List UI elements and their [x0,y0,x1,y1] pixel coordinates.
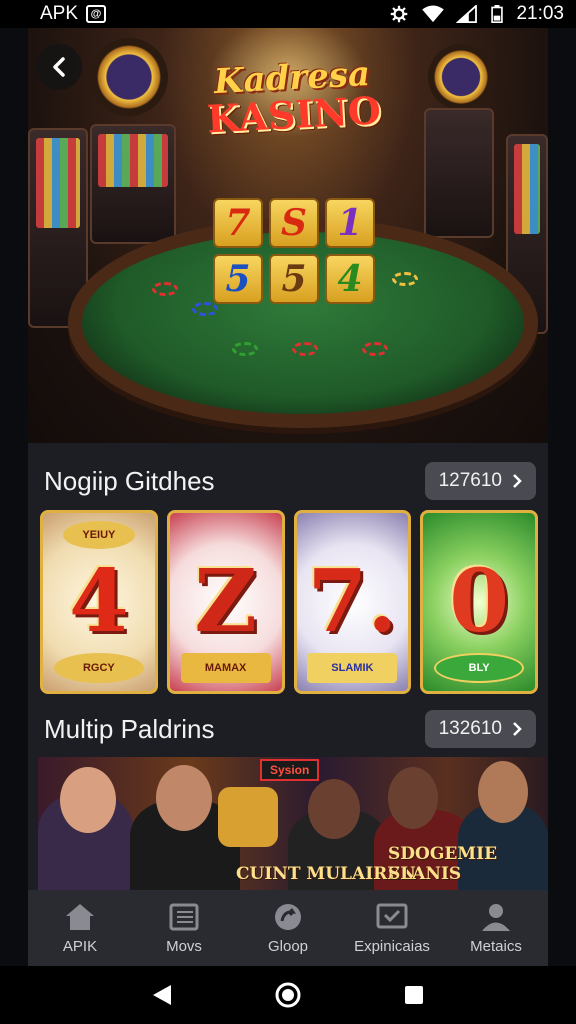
slot-number: Z [194,551,258,652]
bottom-nav: APIK Movs Gloop Expinicaias Metaics [28,890,548,966]
person-face [156,765,212,831]
triangle-back-icon [153,985,171,1005]
app-screen: 7 S 1 5 5 4 Kadresa KASINO Nogiip Gitdhe… [28,0,548,966]
nav-label: Expinicaias [354,937,430,955]
cell-signal-icon [456,5,478,23]
slot-game-card[interactable]: 7. SLAMIK [293,510,412,694]
chevron-left-icon [53,57,65,77]
section-title: Nogiip Gitdhes [44,465,215,496]
slot-bottom-badge: SLAMIK [307,653,398,683]
chip-stack [292,342,318,356]
settings-gear-icon [391,5,408,23]
slot-bottom-badge: BLY [434,653,525,683]
slot-game-card[interactable]: Z MAMAX [166,510,285,694]
banner-tag: Sysion [260,759,320,781]
square-recents-icon [405,986,423,1004]
slot-games-row: YEIUY 4 RGCY Z MAMAX 7. SLAMIK 0 BLY [40,510,538,694]
slot-machine-center-left [90,124,176,244]
status-right: 21:03 [388,3,564,25]
casino-logo: Kadresa KASINO [201,53,385,142]
chip-stack [392,272,418,286]
person-face [308,779,360,839]
see-more-pill[interactable]: 127610 [424,462,536,500]
battery-icon [491,5,504,23]
system-recents-button[interactable] [399,980,429,1010]
home-icon [66,903,94,930]
saxophone-icon [218,787,278,847]
status-bar: APK @ 21:03 [0,0,576,28]
slot-number: 4 [68,551,129,652]
pill-label: 132610 [438,718,502,739]
back-button[interactable] [36,44,82,90]
slot-top-badge: YEIUY [62,521,135,549]
person-face [478,761,528,823]
slot-bottom-badge: MAMAX [180,653,271,683]
nav-label: Movs [166,937,202,955]
slot-game-card[interactable]: YEIUY 4 RGCY [40,510,158,694]
system-nav-bar [0,966,576,1024]
chevron-right-icon [513,722,522,736]
person-face [60,767,116,833]
circle-home-icon [275,982,301,1008]
person-face [388,767,438,829]
section-header-2: Multip Paldrins 132610 [28,705,548,753]
pill-label: 127610 [438,470,502,491]
chip-stack [362,342,388,356]
status-app-label: APK [40,3,79,24]
dice-grid: 7 S 1 5 5 4 [213,198,375,304]
chip-stack [192,302,218,316]
nav-label: Gloop [267,937,309,955]
nav-item-apik[interactable]: APIK [28,890,132,966]
refresh-icon [275,903,301,930]
die: 7 [213,198,263,248]
slot-machine-center-right [424,108,494,238]
slot-game-card[interactable]: 0 BLY [420,510,538,694]
slot-number: 0 [449,551,510,652]
status-left: APK @ [40,3,107,25]
nav-item-movs[interactable]: Movs [132,890,236,966]
die: S [269,198,319,248]
system-home-button[interactable] [273,980,303,1010]
system-back-button[interactable] [147,980,177,1010]
wifi-icon [422,5,445,23]
chip-stack [232,342,258,356]
right-neon-sign [428,44,494,110]
die: 5 [269,254,319,304]
slot-bottom-badge: RGCY [53,653,144,683]
chip-stack [152,282,178,296]
notification-badge-icon: @ [86,5,107,23]
banner-text-right: SDOGEMIE SLANIS [388,844,498,884]
die: 4 [325,254,375,304]
section-header-1: Nogiip Gitdhes 127610 [28,457,548,505]
book-icon [169,903,199,930]
die: 5 [213,254,263,304]
chevron-right-icon [513,474,522,488]
nav-label: Metaics [470,937,522,955]
hero-casino-image: 7 S 1 5 5 4 Kadresa KASINO [28,28,548,443]
status-time: 21:03 [516,3,564,24]
nav-item-metaics[interactable]: Metaics [444,890,548,966]
die: 1 [325,198,375,248]
left-neon-sign [90,38,168,116]
person-icon [482,903,510,931]
nav-label: APIK [62,937,98,955]
players-banner[interactable]: Sysion CUINT MULAIREN SDOGEMIE SLANIS [38,757,548,890]
slot-number: 7. [307,551,398,652]
logo-line-2: KASINO [205,87,382,142]
see-more-pill[interactable]: 132610 [424,710,536,748]
section-title: Multip Paldrins [44,713,215,744]
nav-item-gloop[interactable]: Gloop [236,890,340,966]
tv-check-icon [376,903,408,928]
nav-item-expinicaias[interactable]: Expinicaias [340,890,444,966]
